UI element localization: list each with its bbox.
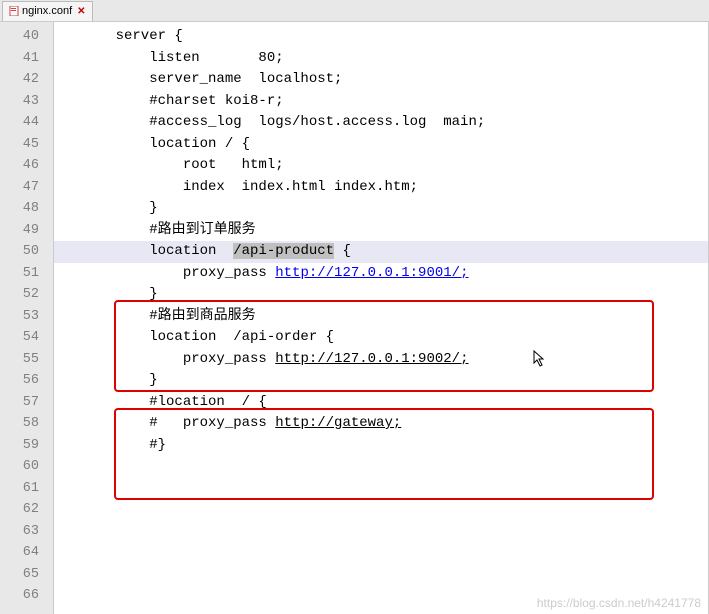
line-number: 58 — [0, 413, 53, 435]
code-line[interactable]: #location / { — [54, 392, 708, 414]
code-line[interactable]: location / { — [54, 134, 708, 156]
code-line[interactable]: #charset koi8-r; — [54, 91, 708, 113]
code-line[interactable]: server_name localhost; — [54, 69, 708, 91]
file-tab[interactable]: nginx.conf ✕ — [2, 1, 93, 21]
line-number: 50 — [0, 241, 53, 263]
line-number-gutter: 4041424344454647484950515253545556575859… — [0, 22, 54, 614]
line-number: 57 — [0, 392, 53, 414]
line-number: 45 — [0, 134, 53, 156]
code-line[interactable]: proxy_pass http://127.0.0.1:9002/; — [54, 349, 708, 371]
line-number: 51 — [0, 263, 53, 285]
line-number: 62 — [0, 499, 53, 521]
code-line[interactable]: listen 80; — [54, 48, 708, 70]
file-icon — [9, 6, 19, 16]
line-number: 65 — [0, 564, 53, 586]
line-number: 63 — [0, 521, 53, 543]
line-number: 43 — [0, 91, 53, 113]
code-line[interactable]: #路由到订单服务 — [54, 220, 708, 242]
code-line[interactable]: proxy_pass http://127.0.0.1:9001/; — [54, 263, 708, 285]
line-number: 64 — [0, 542, 53, 564]
code-line[interactable]: } — [54, 284, 708, 306]
code-line[interactable]: } — [54, 370, 708, 392]
line-number: 53 — [0, 306, 53, 328]
line-number: 52 — [0, 284, 53, 306]
proxy-url-link: http://gateway; — [275, 415, 401, 431]
line-number: 47 — [0, 177, 53, 199]
tab-bar: nginx.conf ✕ — [0, 0, 709, 22]
proxy-url-link: http://127.0.0.1:9002/; — [275, 351, 468, 367]
code-line[interactable]: location /api-order { — [54, 327, 708, 349]
proxy-url-link[interactable]: http://127.0.0.1:9001/; — [275, 265, 468, 281]
line-number: 41 — [0, 48, 53, 70]
editor: 4041424344454647484950515253545556575859… — [0, 22, 709, 614]
line-number: 55 — [0, 349, 53, 371]
code-line[interactable]: index index.html index.htm; — [54, 177, 708, 199]
code-line[interactable]: # proxy_pass http://gateway; — [54, 413, 708, 435]
code-line[interactable]: root html; — [54, 155, 708, 177]
code-line[interactable]: location /api-product { — [54, 241, 708, 263]
line-number: 46 — [0, 155, 53, 177]
code-line[interactable]: } — [54, 198, 708, 220]
code-line[interactable]: #路由到商品服务 — [54, 306, 708, 328]
line-number: 59 — [0, 435, 53, 457]
tab-filename: nginx.conf — [22, 5, 72, 17]
line-number: 54 — [0, 327, 53, 349]
line-number: 61 — [0, 478, 53, 500]
watermark: https://blog.csdn.net/h4241778 — [537, 596, 701, 610]
code-line[interactable]: #access_log logs/host.access.log main; — [54, 112, 708, 134]
code-line[interactable]: #} — [54, 435, 708, 457]
line-number: 56 — [0, 370, 53, 392]
line-number: 42 — [0, 69, 53, 91]
line-number: 48 — [0, 198, 53, 220]
line-number: 60 — [0, 456, 53, 478]
line-number: 49 — [0, 220, 53, 242]
line-number: 44 — [0, 112, 53, 134]
close-icon[interactable]: ✕ — [77, 6, 85, 17]
code-line[interactable]: server { — [54, 26, 708, 48]
line-number: 66 — [0, 585, 53, 607]
code-area[interactable]: server { listen 80; server_name localhos… — [54, 22, 709, 614]
line-number: 40 — [0, 26, 53, 48]
